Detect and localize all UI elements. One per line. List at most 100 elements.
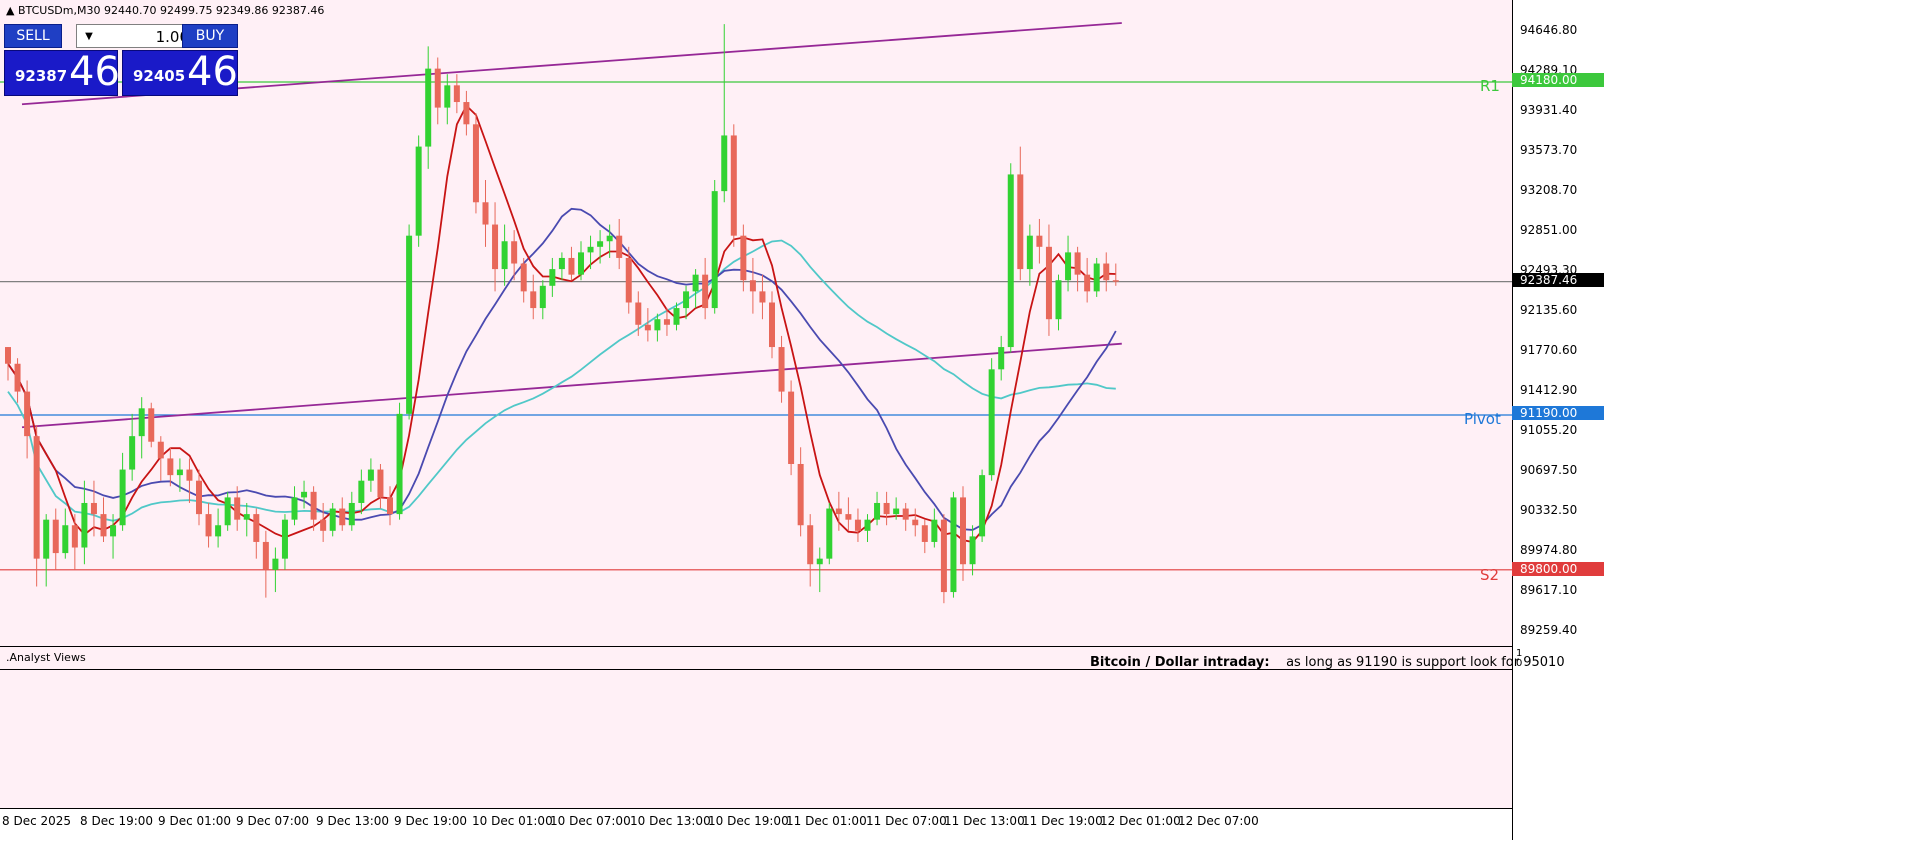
candle-body [1007,174,1014,348]
candle-body [243,514,250,520]
candle-body [530,291,537,309]
sell-price-pips: 46 [69,49,120,95]
candle-body [950,497,957,593]
candle-body [186,469,193,481]
time-tick-label: 11 Dec 19:00 [1022,814,1103,828]
candle-body [797,463,804,526]
candle-body [14,363,21,392]
candle-body [549,269,556,286]
candle-body [816,558,823,565]
price-tick-label: 91412.90 [1520,383,1578,398]
time-tick-label: 9 Dec 01:00 [158,814,232,828]
candle-body [62,525,69,554]
candle-body [902,508,909,520]
candle-body [425,68,432,147]
candle-body [377,469,384,498]
candle-body [912,519,919,526]
s2-price-tag: 89800.00 [1512,562,1604,576]
candle-body [988,369,995,476]
time-tick-label: 10 Dec 01:00 [472,814,553,828]
candle-body [444,85,451,108]
candle-body [1084,274,1091,292]
candle-body [921,525,928,542]
price-tick-label: 90332.50 [1520,503,1578,518]
candle-body [778,347,785,392]
candle-body [453,85,460,103]
time-tick-label: 9 Dec 07:00 [236,814,310,828]
candle-body [329,508,336,531]
candle-body [511,241,518,264]
candle-body [1045,246,1052,320]
lot-decrease-icon[interactable]: ▼ [79,27,99,45]
commentary-title: Bitcoin / Dollar intraday: [1090,655,1270,670]
candle-body [253,514,260,542]
price-tick-label: 90697.50 [1520,462,1578,477]
candle-body [749,280,756,292]
candle-body [339,508,346,526]
candle-body [90,502,97,515]
candle-body [568,257,575,275]
candle-body [1036,235,1043,247]
candle-body [807,525,814,565]
candle-body [463,102,470,125]
candle-body [931,519,938,542]
time-tick-label: 10 Dec 07:00 [550,814,631,828]
candle-body [291,497,298,520]
ma-fast-line [7,104,1116,543]
candle-body [578,252,584,275]
candle-body [998,347,1005,370]
sell-price-main: 92387 [15,67,68,85]
candle-body [740,235,747,281]
candle-body [845,514,852,520]
price-tick-label: 89259.40 [1520,623,1578,637]
buy-quote[interactable]: 92405 46 [122,49,238,96]
candle-body [348,502,355,526]
candle-body [262,541,269,570]
candle-body [434,68,441,108]
candle-body [864,519,871,531]
candle-body [415,146,422,236]
price-tick-label: 94646.80 [1520,23,1578,37]
price-tick-label: 93208.70 [1520,183,1578,198]
candle-body [1103,263,1110,281]
candle-body [43,519,50,559]
buy-button[interactable]: BUY [182,24,238,48]
price-axis[interactable] [1512,0,1916,840]
price-tick-label: 91770.60 [1520,343,1578,358]
time-tick-label: 11 Dec 13:00 [944,814,1025,828]
candle-body [1112,280,1119,282]
candle-body [157,441,164,459]
price-tick-label: 92851.00 [1520,223,1578,237]
candle-body [1026,235,1033,270]
candle-body [234,497,241,520]
candle-body [616,235,623,258]
candle-body [492,224,499,270]
candle-body [167,458,174,476]
analyst-commentary: Bitcoin / Dollar intraday: as long as 91… [1090,655,1565,670]
price-tick-label: 89974.80 [1520,543,1578,558]
candle-body [138,408,145,437]
sell-quote[interactable]: 92387 46 [4,49,120,96]
indicator-name: .Analyst Views [6,651,86,664]
candle-body [730,135,737,236]
candle-body [759,291,766,303]
candle-body [644,324,651,331]
candle-body [119,469,126,526]
price-tick-label: 91055.20 [1520,423,1578,437]
candle-body [1017,174,1024,270]
buy-price-pips: 46 [187,49,238,95]
time-tick-label: 12 Dec 07:00 [1178,814,1259,828]
candle-body [558,257,565,270]
sell-button[interactable]: SELL [4,24,62,48]
candle-body [960,497,966,565]
candle-body [835,508,842,515]
candle-body [673,308,680,325]
candle-body [301,491,308,498]
candle-body [539,285,546,309]
candle-body [387,497,393,515]
candle-body [1093,263,1100,292]
candle-body [358,480,365,503]
candle-body [893,508,900,515]
candle-body [205,514,212,537]
candle-body [1055,280,1062,320]
